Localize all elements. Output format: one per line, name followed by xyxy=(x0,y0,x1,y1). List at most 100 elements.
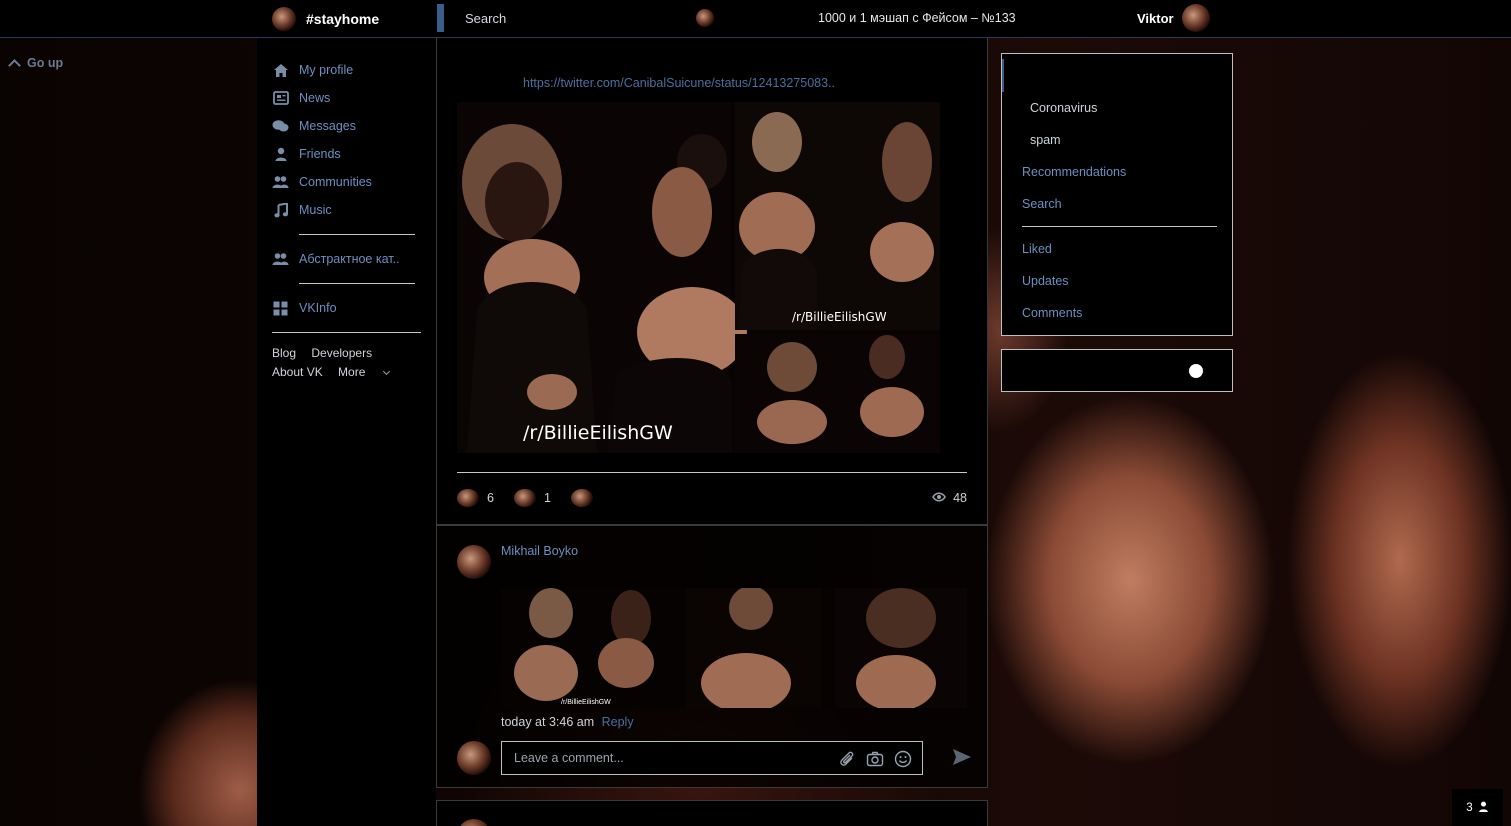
toggle-knob[interactable] xyxy=(1189,364,1203,378)
sidebar-item-label: Friends xyxy=(299,147,341,161)
now-playing-track[interactable]: 1000 и 1 мэшап с Фейсом – №133 xyxy=(818,11,1016,25)
camera-icon[interactable] xyxy=(866,750,884,771)
filter-recommendations[interactable]: Recommendations xyxy=(1022,165,1126,179)
attach-icon[interactable] xyxy=(838,750,856,771)
filter-spam[interactable]: spam xyxy=(1030,133,1061,147)
top-header: #stayhome Search 1000 и 1 мэшап с Фейсом… xyxy=(0,0,1511,38)
sidebar-item-label: Messages xyxy=(299,119,356,133)
footer-more-label: More xyxy=(338,365,366,379)
search-accent-bar xyxy=(437,4,444,32)
emoji-icon[interactable] xyxy=(894,750,912,771)
search-input[interactable]: Search xyxy=(437,4,677,32)
group-icon xyxy=(272,175,289,190)
sidebar-item-friends[interactable]: Friends xyxy=(272,140,436,168)
music-note-icon xyxy=(272,202,289,218)
like-button[interactable]: 6 xyxy=(457,489,494,507)
sidebar-item-music[interactable]: Music xyxy=(272,196,436,224)
share-button[interactable] xyxy=(570,489,593,507)
home-icon xyxy=(272,63,289,78)
player-cover-thumbnail[interactable] xyxy=(696,9,714,27)
sidebar-item-label: VKInfo xyxy=(299,301,337,315)
sidebar-item-communities[interactable]: Communities xyxy=(272,168,436,196)
chat-bubbles-icon xyxy=(272,119,289,134)
grid-icon xyxy=(272,301,289,316)
sidebar-item-label: Абстрактное кат.. xyxy=(299,252,400,266)
eye-icon xyxy=(932,491,946,505)
send-icon xyxy=(952,748,972,769)
comment-author-avatar[interactable] xyxy=(457,545,491,579)
comment-icon xyxy=(513,489,536,507)
feed-settings-toggle[interactable] xyxy=(1001,349,1233,392)
sidebar-divider xyxy=(299,283,415,284)
input-actions xyxy=(838,750,912,771)
collage-art xyxy=(457,102,940,453)
filter-updates[interactable]: Updates xyxy=(1022,274,1069,288)
watermark-large: /r/BillieEilishGW xyxy=(523,422,673,444)
sidebar-item-label: Music xyxy=(299,203,332,217)
comment-form: Leave a comment... xyxy=(437,734,987,788)
sidebar-item-vkinfo[interactable]: VKInfo xyxy=(272,294,436,322)
sidebar-nav: My profile News Messages Friends Communi… xyxy=(272,56,436,333)
user-menu[interactable]: Viktor xyxy=(1137,4,1210,32)
go-up-button[interactable]: Go up xyxy=(8,56,64,72)
comment-count: 1 xyxy=(543,491,551,505)
post-card: https://twitter.com/CanibalSuicune/statu… xyxy=(436,38,988,525)
comment-input[interactable]: Leave a comment... xyxy=(501,741,923,775)
left-sidebar: My profile News Messages Friends Communi… xyxy=(257,38,436,826)
post-image-collage[interactable]: /r/BillieEilishGW /r/BillieEilishGW xyxy=(457,102,940,453)
like-count: 6 xyxy=(487,491,494,505)
comment-strip-art xyxy=(501,588,967,708)
comment-time: today at 3:46 am xyxy=(501,715,595,729)
right-filter-menu: Coronavirus spam Recommendations Search … xyxy=(1001,53,1233,336)
user-name: Viktor xyxy=(1137,10,1174,26)
comment-meta: today at 3:46 am Reply xyxy=(501,715,634,729)
footer-link-more[interactable]: More xyxy=(338,365,401,379)
sidebar-footer: Blog Developers About VK More xyxy=(272,344,413,382)
filter-coronavirus[interactable]: Coronavirus xyxy=(1030,101,1097,115)
comment-button[interactable]: 1 xyxy=(513,489,551,507)
sidebar-item-news[interactable]: News xyxy=(272,84,436,112)
sidebar-divider xyxy=(272,332,421,333)
comment-card: Mikhail Boyko /r/BillieEilishGW today at… xyxy=(436,525,988,788)
go-up-label: Go up xyxy=(27,56,64,70)
share-icon xyxy=(570,489,593,507)
user-avatar xyxy=(1181,4,1210,32)
post-link[interactable]: https://twitter.com/CanibalSuicune/statu… xyxy=(523,76,835,90)
current-user-avatar xyxy=(457,741,491,775)
filter-comments[interactable]: Comments xyxy=(1022,306,1082,320)
person-icon xyxy=(1478,801,1489,815)
filter-search[interactable]: Search xyxy=(1022,197,1062,211)
reply-link[interactable]: Reply xyxy=(602,715,634,729)
sidebar-item-messages[interactable]: Messages xyxy=(272,112,436,140)
sidebar-item-group[interactable]: Абстрактное кат.. xyxy=(272,245,436,273)
filter-liked[interactable]: Liked xyxy=(1022,242,1052,256)
footer-link-developers[interactable]: Developers xyxy=(311,346,372,360)
sidebar-divider xyxy=(299,234,415,235)
like-icon xyxy=(457,489,479,507)
logo-avatar xyxy=(272,7,296,31)
person-icon xyxy=(272,147,289,162)
next-post-card xyxy=(436,800,988,826)
chat-button[interactable]: 3 xyxy=(1452,789,1503,826)
site-title: #stayhome xyxy=(306,11,380,27)
chevron-down-icon xyxy=(382,367,390,376)
views-counter: 48 xyxy=(932,491,967,505)
comment-input-placeholder: Leave a comment... xyxy=(514,751,624,765)
next-post-avatar xyxy=(457,819,491,826)
comment-author-name[interactable]: Mikhail Boyko xyxy=(501,544,578,558)
footer-link-blog[interactable]: Blog xyxy=(272,346,296,360)
send-button[interactable] xyxy=(937,741,987,775)
group-icon xyxy=(272,252,289,267)
newspaper-icon xyxy=(272,91,289,106)
post-divider xyxy=(457,472,967,473)
chat-count: 3 xyxy=(1466,801,1473,814)
views-count: 48 xyxy=(953,491,967,505)
comment-image-strip[interactable]: /r/BillieEilishGW xyxy=(501,588,967,708)
watermark-small: /r/BillieEilishGW xyxy=(792,310,887,324)
footer-link-about[interactable]: About VK xyxy=(272,365,323,379)
sidebar-item-my-profile[interactable]: My profile xyxy=(272,56,436,84)
search-label: Search xyxy=(465,10,507,26)
sidebar-item-label: News xyxy=(299,91,331,105)
logo[interactable]: #stayhome xyxy=(272,7,379,31)
post-actions: 6 1 xyxy=(457,489,613,507)
